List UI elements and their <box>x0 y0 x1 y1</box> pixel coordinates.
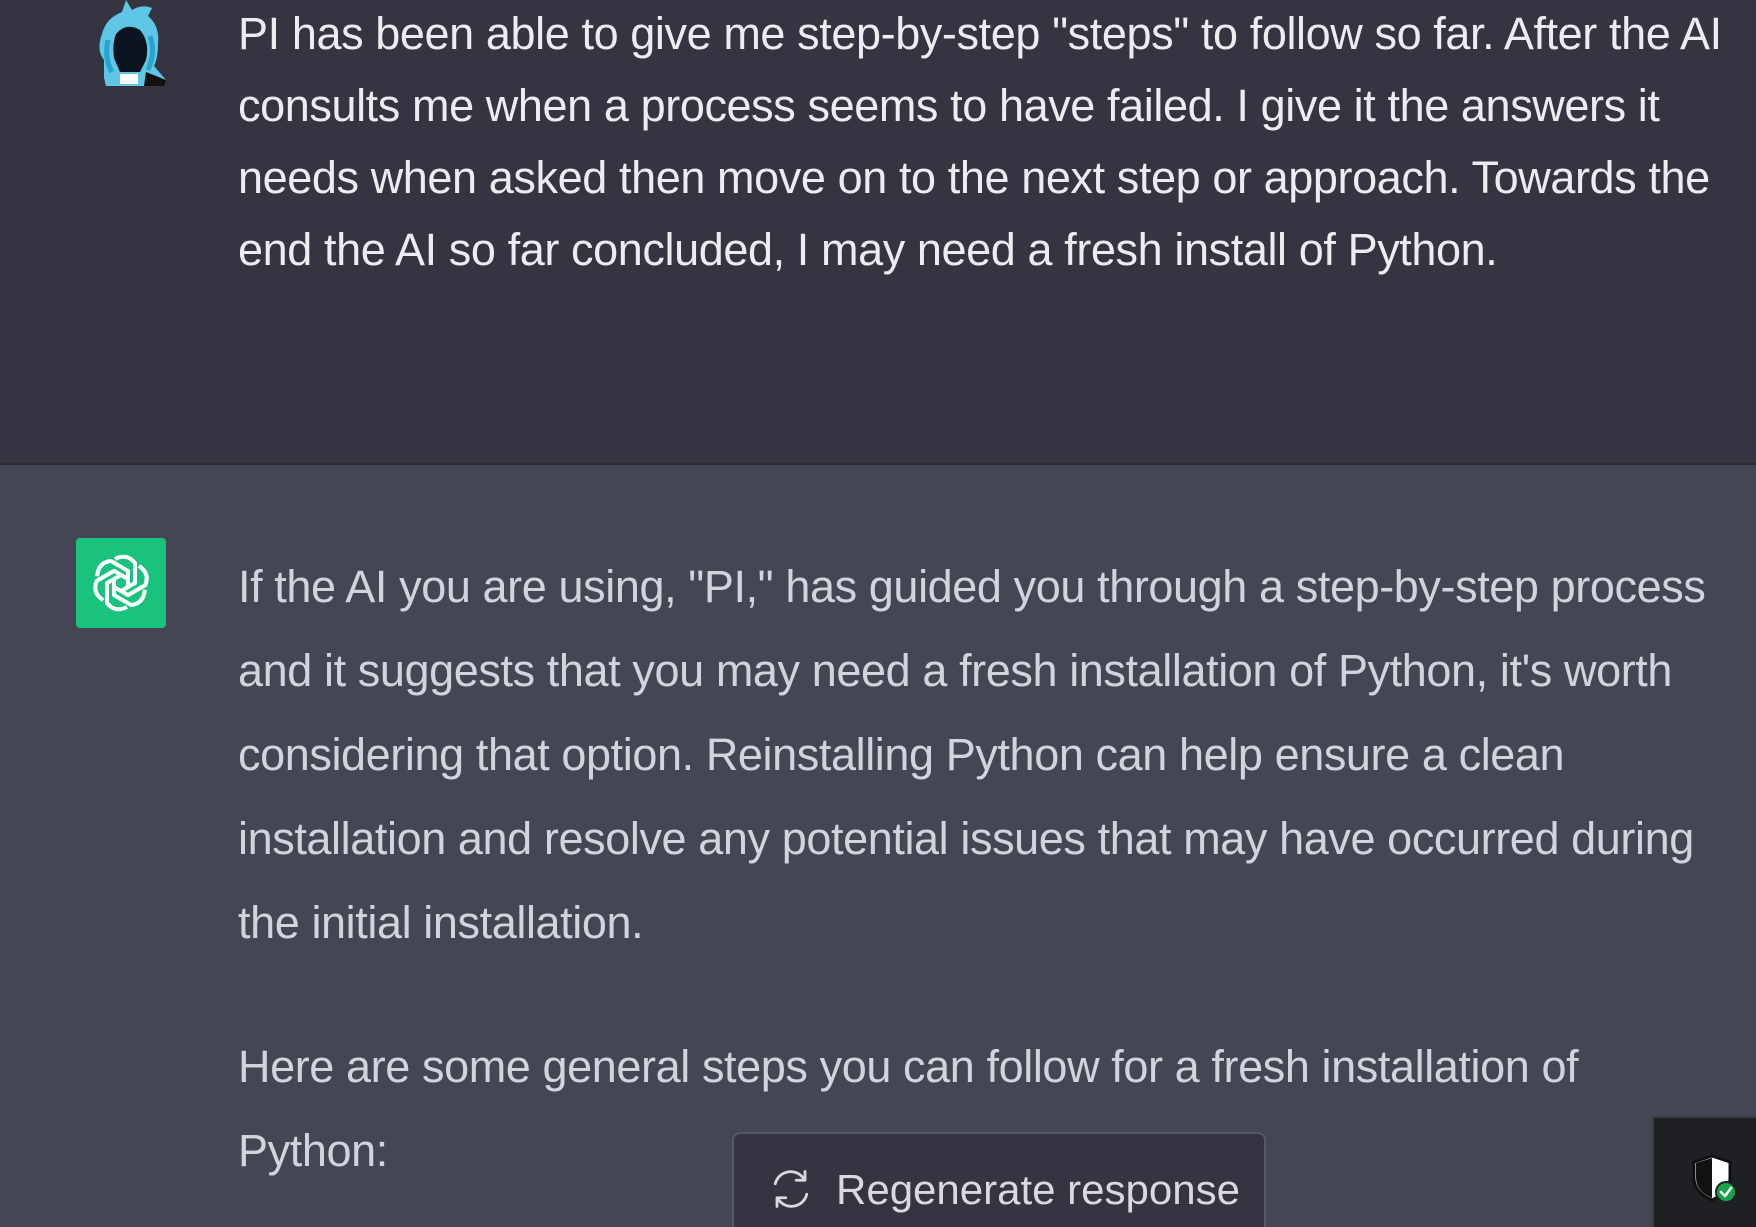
assistant-paragraph: If the AI you are using, "PI," has guide… <box>238 561 1706 948</box>
openai-logo-icon <box>76 538 166 628</box>
user-message-text: PI has been able to give me step-by-step… <box>238 8 1722 275</box>
security-tray[interactable] <box>1652 1116 1756 1227</box>
assistant-message-text: If the AI you are using, "PI," has guide… <box>238 545 1738 1193</box>
security-shield-icon <box>1692 1154 1737 1203</box>
refresh-icon <box>773 1170 809 1208</box>
user-message-block: PI has been able to give me step-by-step… <box>0 0 1756 465</box>
user-avatar-icon <box>86 0 168 86</box>
regenerate-response-button[interactable]: Regenerate response <box>732 1132 1266 1227</box>
regenerate-label: Regenerate response <box>836 1166 1240 1213</box>
